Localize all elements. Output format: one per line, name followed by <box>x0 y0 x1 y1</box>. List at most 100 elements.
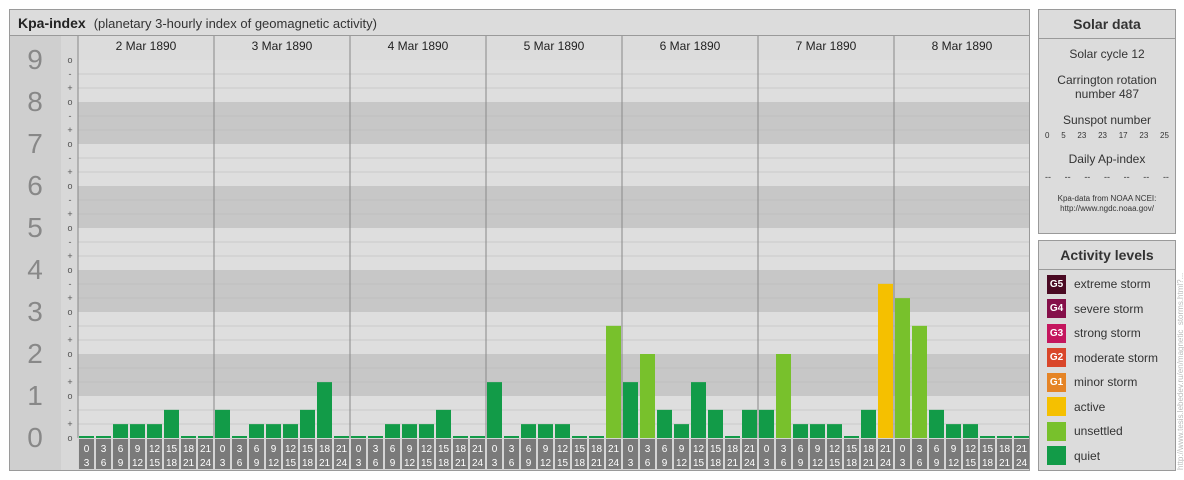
y-minor-mark: o <box>67 97 72 107</box>
kp-bar <box>657 409 672 438</box>
legend-item: unsettled <box>1047 420 1123 442</box>
kp-bar <box>130 424 145 438</box>
legend-label: strong storm <box>1074 326 1141 340</box>
x-tick-end: 18 <box>302 458 314 469</box>
kp-bar <box>436 409 451 438</box>
sunspot-value: 23 <box>1139 131 1149 140</box>
solar-cycle: Solar cycle 12 <box>1069 47 1145 61</box>
x-tick-start: 12 <box>285 444 297 455</box>
kp-bar <box>232 436 247 438</box>
kp-bar <box>691 382 706 438</box>
carrington-line-2: number 487 <box>1074 87 1140 101</box>
x-tick-start: 9 <box>135 444 141 455</box>
solar-data-title: Solar data <box>1039 10 1175 39</box>
kp-bar <box>470 436 485 438</box>
x-tick-end: 9 <box>390 458 396 469</box>
x-tick-end: 6 <box>917 458 923 469</box>
kp-bar <box>198 436 213 438</box>
x-tick-start: 15 <box>846 444 858 455</box>
legend-swatch: G4 <box>1047 299 1066 318</box>
y-minor-mark: - <box>69 111 72 121</box>
x-tick-start: 0 <box>900 444 906 455</box>
level-band <box>78 102 1029 144</box>
x-tick-start: 21 <box>744 444 756 455</box>
kp-bar <box>623 382 638 438</box>
kp-bar <box>810 424 825 438</box>
x-tick-end: 9 <box>798 458 804 469</box>
kp-bar <box>776 354 791 438</box>
kp-bar <box>538 424 553 438</box>
x-tick-start: 9 <box>271 444 277 455</box>
legend-label: minor storm <box>1074 375 1138 389</box>
level-band <box>78 228 1029 270</box>
kp-bar <box>861 409 876 438</box>
y-minor-mark: o <box>67 181 72 191</box>
kp-bar <box>827 424 842 438</box>
x-tick-start: 0 <box>628 444 634 455</box>
y-tick-label: 6 <box>27 170 43 201</box>
x-tick-end: 24 <box>608 458 620 469</box>
y-minor-mark: + <box>67 251 72 261</box>
x-tick-end: 6 <box>373 458 379 469</box>
x-tick-start: 12 <box>829 444 841 455</box>
y-minor-mark: o <box>67 55 72 65</box>
x-tick-end: 15 <box>421 458 433 469</box>
kp-bar <box>113 424 128 438</box>
kpa-chart: 0 o +1 - o +2 - o +3 - o +4 - o +5 - o +6 - o +7 - o +8 - o +9 - o 2 … <box>10 36 1029 470</box>
x-tick-start: 21 <box>608 444 620 455</box>
kp-bar <box>963 424 978 438</box>
x-tick-start: 18 <box>319 444 331 455</box>
x-tick-start: 12 <box>557 444 569 455</box>
x-tick-end: 24 <box>336 458 348 469</box>
kp-bar <box>351 436 366 438</box>
kp-bar <box>385 424 400 438</box>
x-tick-start: 18 <box>863 444 875 455</box>
x-tick-end: 12 <box>268 458 280 469</box>
x-tick-start: 21 <box>336 444 348 455</box>
y-minor-mark: + <box>67 419 72 429</box>
legend-item: G5 extreme storm <box>1047 273 1151 295</box>
x-tick-start: 21 <box>472 444 484 455</box>
x-tick-end: 21 <box>455 458 467 469</box>
x-tick-start: 6 <box>526 444 532 455</box>
x-tick-start: 3 <box>509 444 515 455</box>
x-tick-start: 15 <box>574 444 586 455</box>
x-tick-end: 3 <box>220 458 226 469</box>
x-tick-end: 12 <box>132 458 144 469</box>
x-tick-end: 12 <box>404 458 416 469</box>
x-tick-start: 21 <box>200 444 212 455</box>
kp-bar <box>793 424 808 438</box>
kp-bar <box>572 436 587 438</box>
x-tick-end: 21 <box>319 458 331 469</box>
y-tick-label: 9 <box>27 44 43 75</box>
x-tick-end: 24 <box>880 458 892 469</box>
kp-bar <box>555 424 570 438</box>
y-minor-mark: o <box>67 265 72 275</box>
x-tick-start: 18 <box>727 444 739 455</box>
ap-value: -- <box>1143 172 1150 182</box>
x-tick-start: 18 <box>999 444 1011 455</box>
x-tick-start: 3 <box>917 444 923 455</box>
x-tick-start: 3 <box>373 444 379 455</box>
day-label: 2 Mar 1890 <box>116 39 177 53</box>
x-tick-end: 18 <box>574 458 586 469</box>
x-tick-start: 15 <box>302 444 314 455</box>
x-tick-start: 15 <box>166 444 178 455</box>
x-tick-start: 3 <box>645 444 651 455</box>
legend-label: severe storm <box>1074 301 1144 316</box>
solar-data-panel: Solar data Solar cycle 12 Carrington rot… <box>1038 9 1176 234</box>
kp-bar <box>980 436 995 438</box>
x-tick-end: 12 <box>812 458 824 469</box>
x-tick-start: 0 <box>764 444 770 455</box>
x-tick-start: 3 <box>237 444 243 455</box>
y-minor-mark: o <box>67 139 72 149</box>
ap-value: -- <box>1103 172 1110 182</box>
activity-levels-title: Activity levels <box>1039 241 1175 270</box>
x-tick-end: 6 <box>781 458 787 469</box>
x-tick-end: 12 <box>540 458 552 469</box>
x-tick-start: 12 <box>421 444 433 455</box>
x-tick-end: 6 <box>237 458 243 469</box>
x-tick-start: 21 <box>880 444 892 455</box>
x-tick-end: 18 <box>438 458 450 469</box>
y-tick-label: 1 <box>27 380 43 411</box>
